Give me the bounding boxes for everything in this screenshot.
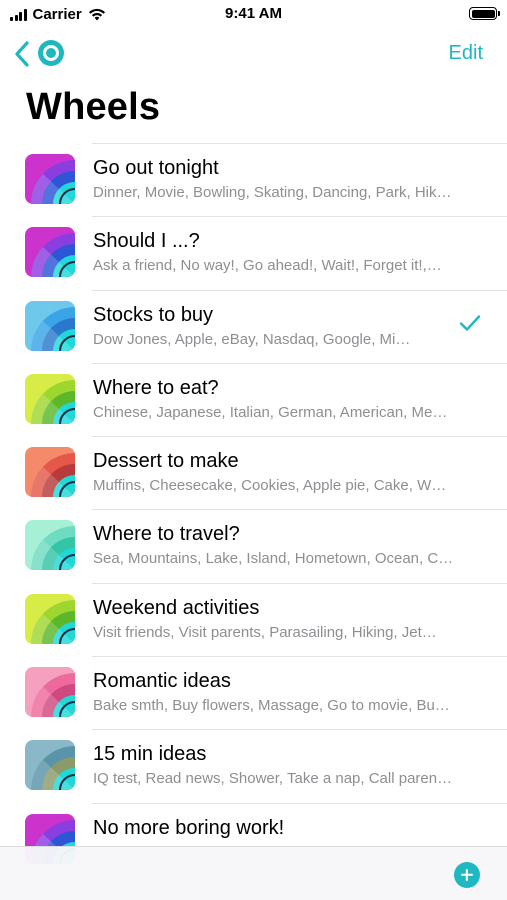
status-time: 9:41 AM [225,5,282,22]
list-item[interactable]: Where to travel? Sea, Mountains, Lake, Is… [0,509,507,582]
wheel-options-summary: Sea, Mountains, Lake, Island, Hometown, … [93,550,454,568]
wheel-thumbnail-icon [25,593,75,644]
wheel-thumbnail-icon [25,154,75,204]
wheel-options-summary: IQ test, Read news, Shower, Take a nap, … [93,770,453,788]
wheel-thumbnail-icon [25,667,75,718]
wheel-title: Dessert to make [93,450,239,473]
wheel-options-summary: Bake smth, Buy flowers, Massage, Go to m… [93,697,450,715]
wheel-thumbnail-icon [25,300,75,351]
wheel-title: Where to eat? [93,376,219,399]
list-item[interactable]: 15 min ideas IQ test, Read news, Shower, … [0,729,507,802]
checkmark-icon [459,314,481,337]
page-title: Wheels [26,86,161,128]
list-item[interactable]: Dessert to make Muffins, Cheesecake, Cook… [0,436,507,509]
list-item[interactable]: Weekend activities Visit friends, Visit p… [0,582,507,656]
navigation-bar: Edit [0,34,507,74]
list-item[interactable]: Should I ...? Ask a friend, No way!, Go a… [0,216,507,289]
wheel-thumbnail-icon [25,740,75,791]
battery-icon [469,7,500,20]
wheel-options-summary: Muffins, Cheesecake, Cookies, Apple pie,… [93,477,447,495]
back-button[interactable] [14,39,36,69]
wheel-options-summary: Dinner, Movie, Bowling, Skating, Dancing… [93,184,452,201]
wheel-options-summary: Visit friends, Visit parents, Parasailin… [93,623,437,641]
list-item[interactable]: Go out tonight Dinner, Movie, Bowling, Sk… [0,143,507,216]
wheel-title: No more boring work! [93,816,285,839]
bottom-toolbar [0,846,507,900]
wheel-logo-icon[interactable] [38,40,64,66]
list-item[interactable]: Romantic ideas Bake smth, Buy flowers, Ma… [0,656,507,729]
wheel-list: Go out tonight Dinner, Movie, Bowling, Sk… [0,143,507,876]
wheel-options-summary: Dow Jones, Apple, eBay, Nasdaq, Google, … [93,330,411,348]
list-item[interactable]: Where to eat? Chinese, Japanese, Italian,… [0,362,507,436]
wheel-title: Romantic ideas [93,670,231,693]
wheel-thumbnail-icon [25,520,75,571]
edit-button[interactable]: Edit [449,42,483,65]
chevron-left-icon [15,41,29,67]
wheel-title: Where to travel? [93,523,240,546]
wheel-options-summary: Chinese, Japanese, Italian, German, Amer… [93,403,448,421]
wheel-options-summary: Ask a friend, No way!, Go ahead!, Wait!,… [93,257,442,275]
wheel-thumbnail-icon [25,227,75,278]
list-item[interactable]: Stocks to buy Dow Jones, Apple, eBay, Nas… [0,289,507,363]
status-bar: Carrier 9:41 AM [0,0,507,30]
plus-circle-icon[interactable] [454,862,480,888]
wheel-title: Go out tonight [93,157,219,179]
wheel-title: Stocks to buy [93,303,214,326]
wheel-thumbnail-icon [25,447,75,498]
wheel-title: Should I ...? [93,230,200,253]
wheel-title: Weekend activities [93,596,260,619]
wheel-title: 15 min ideas [93,743,207,766]
wheel-thumbnail-icon [25,373,75,424]
